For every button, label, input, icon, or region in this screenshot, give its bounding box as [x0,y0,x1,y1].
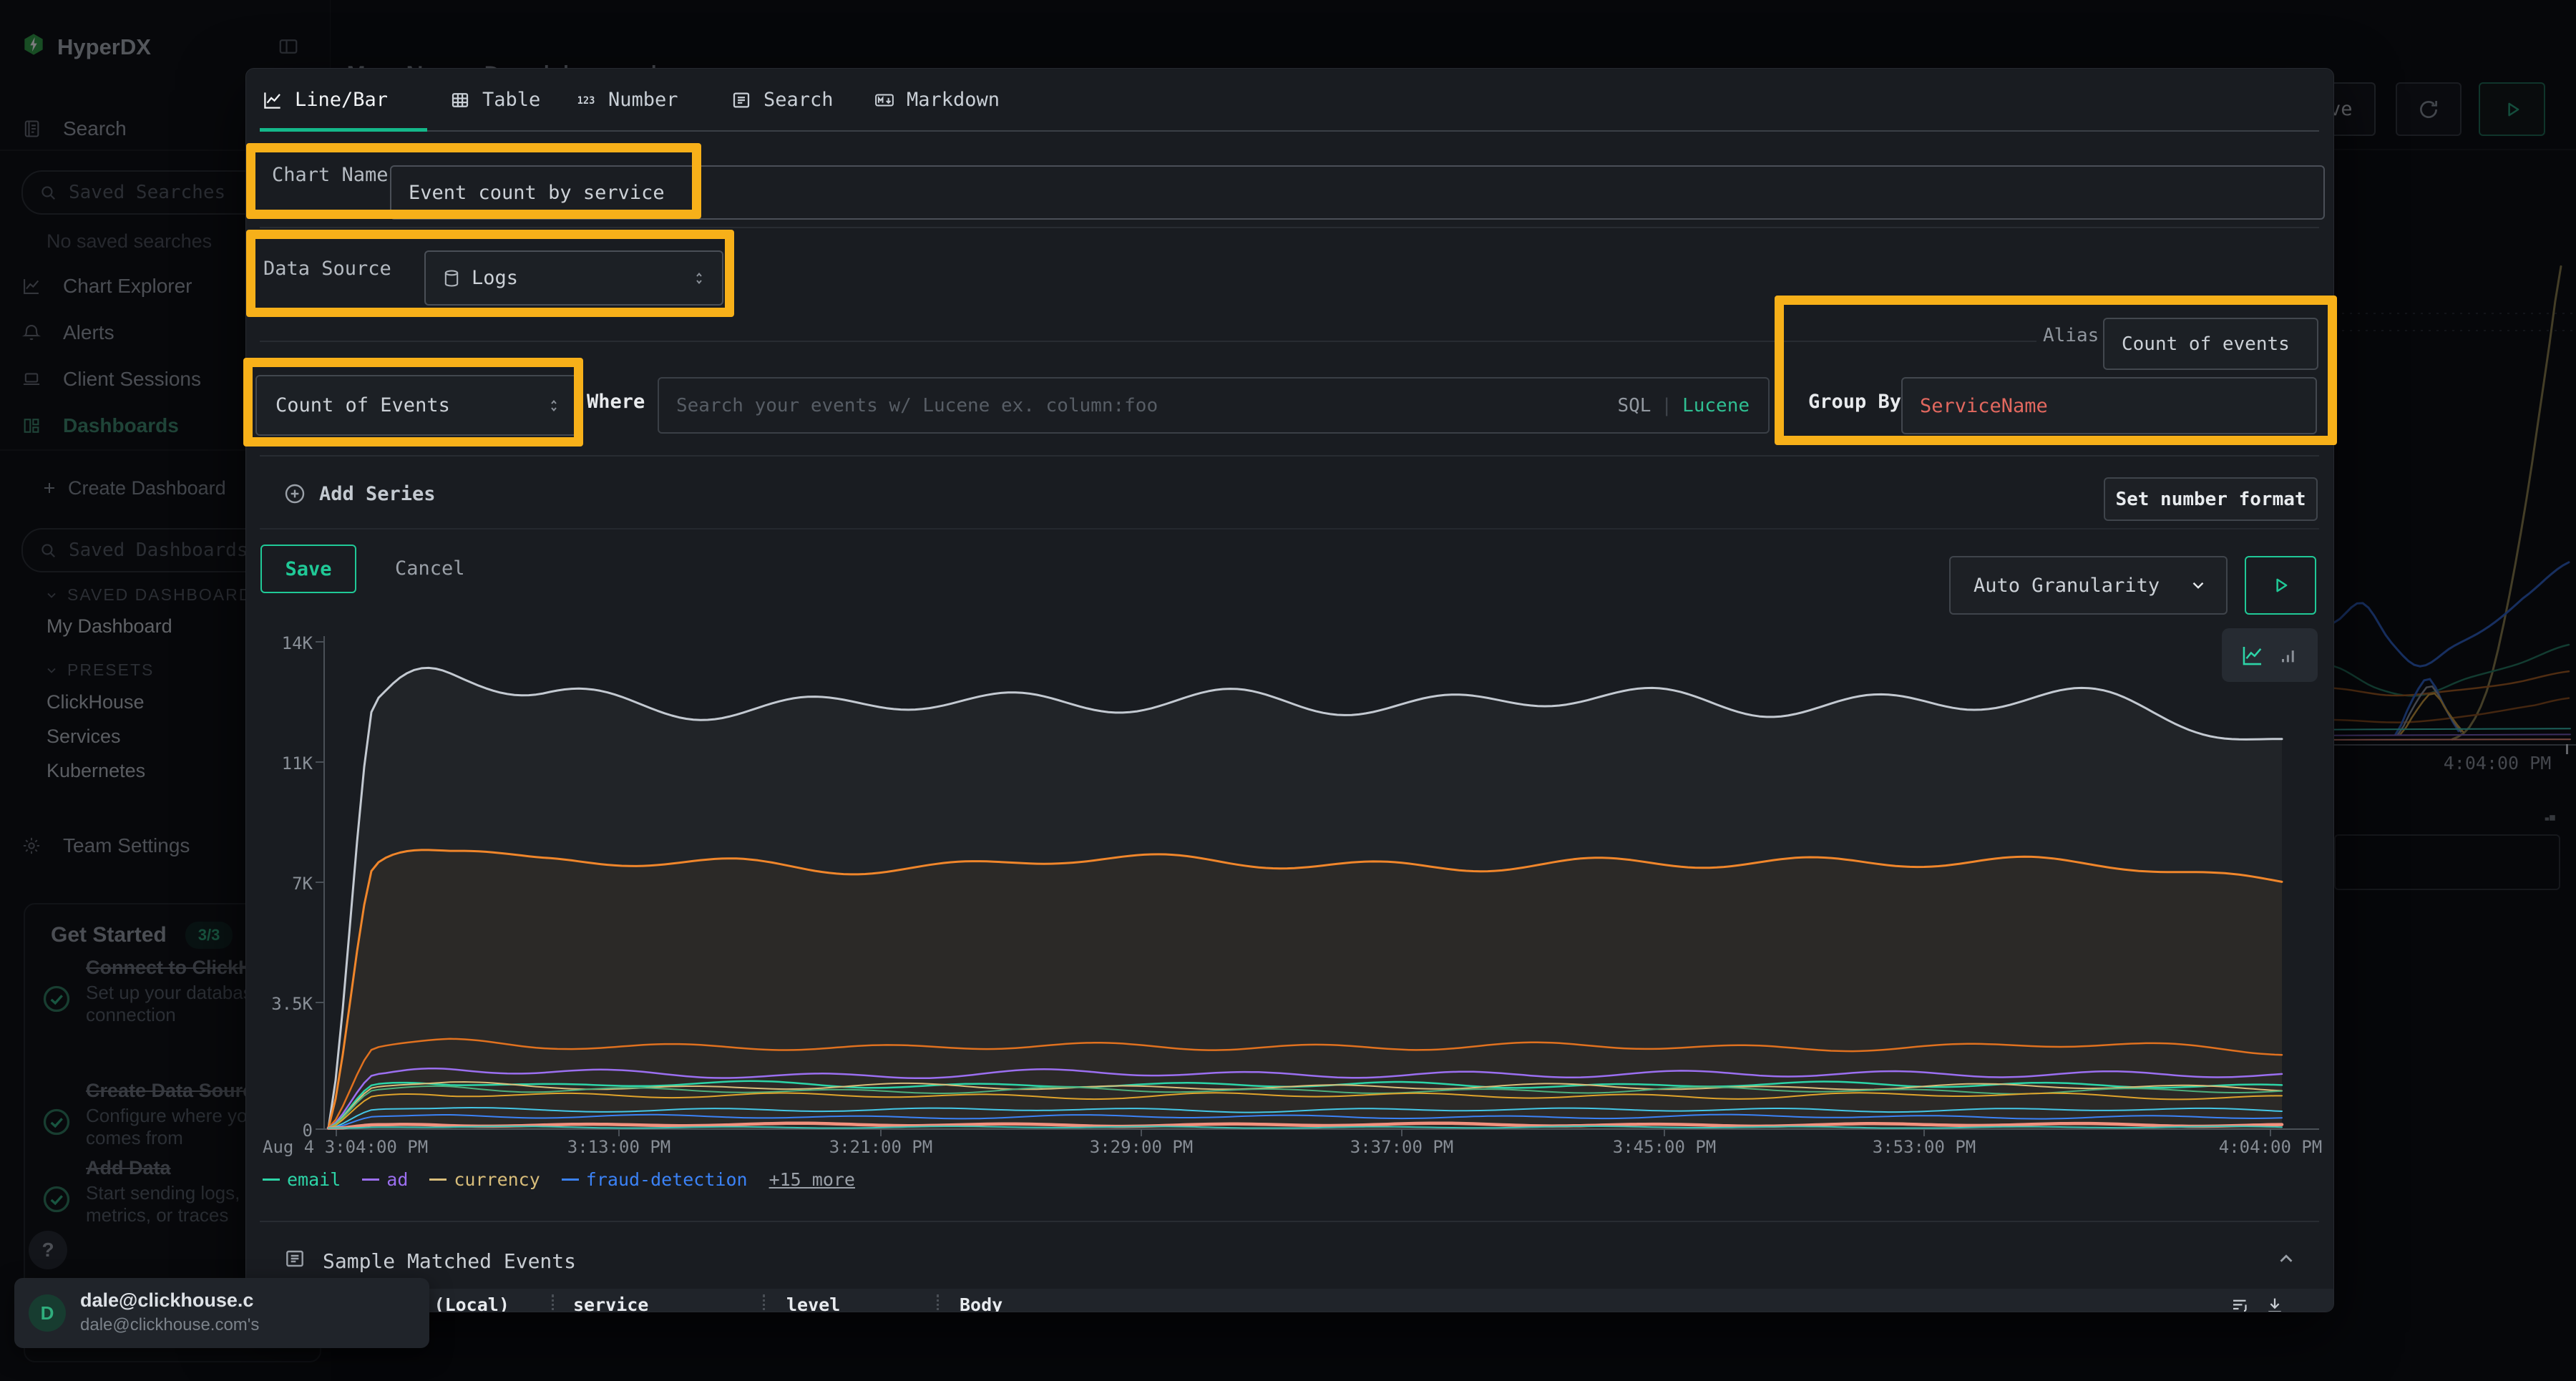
tab-markdown[interactable]: Markdown [874,89,1000,111]
user-name: dale@clickhouse.c [80,1289,331,1312]
user-org: dale@clickhouse.com's [80,1315,338,1335]
chart-name-label: Chart Name [272,164,389,186]
save-button[interactable]: Save [260,545,356,593]
where-label: Where [587,391,645,413]
collapse-section-icon[interactable] [2275,1248,2297,1269]
select-chevrons-icon [691,268,708,289]
plus-circle-icon [283,482,306,505]
markdown-icon [874,89,895,111]
where-search-field[interactable] [659,395,1768,416]
alias-label: Alias [2043,325,2099,346]
svg-text:123: 123 [577,95,595,107]
aggregation-select[interactable]: Count of Events [255,375,578,436]
legend-item-ad[interactable]: ad [362,1169,408,1190]
user-card[interactable]: D dale@clickhouse.c dale@clickhouse.com'… [14,1278,429,1348]
tab-table[interactable]: Table [449,89,540,111]
tab-number[interactable]: 123Number [575,89,678,111]
chart-editor-modal: Line/Bar Table 123Number Search Markdown Cha… [245,68,2334,1312]
group-by-input[interactable] [1901,377,2317,434]
legend-swatch [362,1179,379,1181]
alias-input[interactable] [2103,318,2318,370]
play-icon [2270,575,2291,596]
set-number-format-button[interactable]: Set number format [2104,477,2318,521]
chart-name-input[interactable] [390,165,2325,220]
column-separator [552,1294,554,1312]
active-tab-underline [260,128,427,132]
x-tick-label: 3:45:00 PM [1586,1137,1743,1157]
chart-legend: emailad currency fraud-detection +15 more [263,1169,855,1190]
list-icon [283,1247,306,1270]
x-tick-label: 3:21:00 PM [802,1137,960,1157]
x-tick-label: 3:37:00 PM [1323,1137,1480,1157]
tab-line-bar[interactable]: Line/Bar [262,89,388,111]
column-separator [937,1294,939,1312]
filter-icon[interactable] [2230,1294,2251,1312]
legend-item-currency[interactable]: currency [429,1169,540,1190]
divider [260,455,2319,457]
user-avatar: D [29,1294,66,1332]
column-separator [763,1294,765,1312]
database-icon [441,268,462,288]
divider [260,528,2319,530]
chart-name-field[interactable] [391,182,2323,204]
x-tick-label: 3:13:00 PM [540,1137,698,1157]
hyperdx-app: My New Dashboard Save 4:04:00 PM HyperDX… [0,0,2576,1381]
n123-icon: 123 [575,89,597,111]
group-by-label: Group By [1808,391,1901,413]
cancel-button[interactable]: Cancel [395,557,465,580]
x-tick-label: 4:04:00 PM [2192,1137,2334,1157]
legend-swatch [562,1179,579,1181]
toggle-divider: | [1661,395,1672,416]
data-source-select[interactable]: Logs [424,250,723,306]
legend-swatch [263,1179,280,1181]
list-icon [731,89,752,111]
y-tick-label: 14K [270,633,313,653]
table-icon [449,89,471,111]
y-tick-label: 3.5K [270,994,313,1014]
main-chart [246,620,2333,1171]
legend-item-fraud-detection[interactable]: fraud-detection [562,1169,748,1190]
sql-toggle[interactable]: SQL [1617,395,1651,416]
tabs-bottom-border [260,130,2319,132]
y-tick-label: 7K [270,874,313,894]
group-by-field[interactable] [1903,395,2316,417]
select-chevrons-icon [545,395,562,416]
legend-more-link[interactable]: +15 more [769,1169,855,1190]
divider [260,341,2036,342]
chart-line-icon [262,89,283,111]
tab-search[interactable]: Search [731,89,834,111]
download-icon[interactable] [2264,1294,2285,1312]
column-header-level[interactable]: level [786,1294,840,1312]
run-chart-button[interactable] [2245,556,2316,615]
events-table-header: Timestamp (Local)servicelevelBody [246,1289,2333,1312]
lucene-toggle[interactable]: Lucene [1682,395,1750,416]
add-series-button[interactable]: Add Series [283,482,436,505]
divider [260,1221,2319,1222]
x-tick-label: 3:53:00 PM [1845,1137,2003,1157]
column-header-service[interactable]: service [573,1294,648,1312]
legend-item-email[interactable]: email [263,1169,341,1190]
where-search-input[interactable]: SQL | Lucene [658,377,1770,434]
sample-events-title: Sample Matched Events [323,1249,576,1273]
alias-field[interactable] [2104,333,2317,355]
divider [260,227,2319,228]
y-tick-label: 11K [270,753,313,774]
chevron-down-icon [2189,576,2207,595]
x-tick-label: 3:29:00 PM [1063,1137,1220,1157]
x-tick-label: Aug 4 3:04:00 PM [263,1137,499,1157]
data-source-label: Data Source [263,258,391,280]
column-header-body[interactable]: Body [960,1294,1002,1312]
granularity-select[interactable]: Auto Granularity [1949,556,2228,615]
legend-swatch [429,1179,447,1181]
